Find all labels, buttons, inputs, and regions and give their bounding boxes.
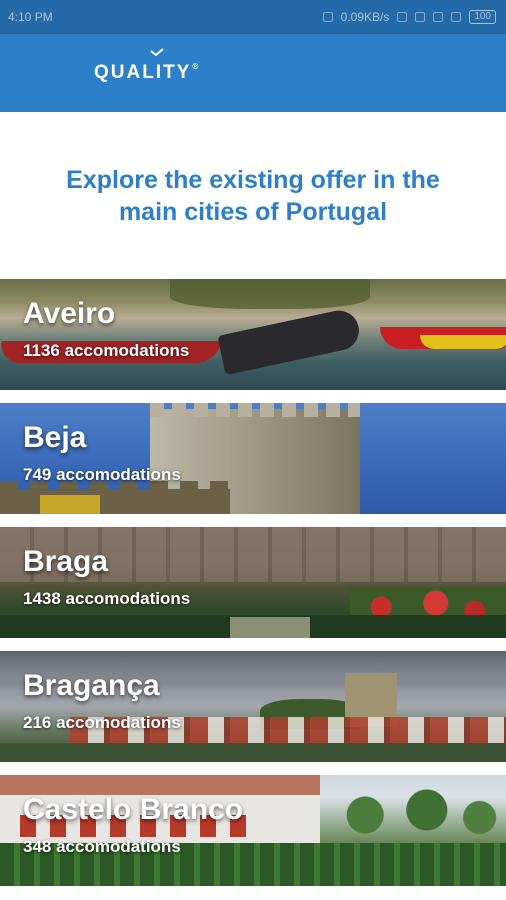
city-accommodation-count: 749 accomodations: [23, 465, 181, 484]
city-name: Castelo Branco: [23, 793, 244, 826]
app-header: QUALITY®: [0, 34, 506, 112]
city-image-aveiro: [0, 279, 506, 390]
intro-headline: Explore the existing offer in the main c…: [66, 165, 440, 226]
city-accommodation-count: 216 accomodations: [23, 713, 181, 732]
city-image-braganca: [0, 651, 506, 762]
battery-icon: 100: [469, 10, 496, 24]
quality-logo: QUALITY®: [94, 48, 201, 84]
status-time: 4:10 PM: [8, 10, 53, 24]
status-bar: 4:10 PM 0.09KB/s 100: [0, 0, 506, 34]
wifi-icon: [451, 12, 462, 22]
network-speed: 0.09KB/s: [340, 10, 390, 24]
city-accommodation-count: 348 accomodations: [23, 837, 181, 856]
intro-section: Explore the existing offer in the main c…: [0, 112, 506, 279]
city-accommodation-count: 1438 accomodations: [23, 589, 191, 608]
signal-icon: [433, 12, 444, 22]
city-accommodation-count: 1136 accomodations: [23, 341, 190, 360]
city-image-braga: [0, 527, 506, 638]
city-list: Aveiro 1136 accomodations Beja 749 accom…: [0, 279, 506, 886]
city-card-braganca[interactable]: Bragança 216 accomodations: [0, 651, 506, 762]
city-card-beja[interactable]: Beja 749 accomodations: [0, 403, 506, 514]
city-card-castelo-branco[interactable]: Castelo Branco 348 accomodations: [0, 775, 506, 886]
city-card-braga[interactable]: Braga 1438 accomodations: [0, 527, 506, 638]
logo-text: QUALITY: [94, 62, 192, 83]
city-image-beja: [0, 403, 506, 514]
city-card-aveiro[interactable]: Aveiro 1136 accomodations: [0, 279, 506, 390]
logo-registered-mark: ®: [192, 62, 201, 71]
city-image-castelo-branco: [0, 775, 506, 886]
sim-icon: [415, 12, 426, 22]
city-name: Aveiro: [23, 297, 116, 330]
city-name: Bragança: [23, 669, 160, 702]
dots-icon: [322, 12, 333, 22]
alarm-icon: [397, 12, 408, 22]
city-name: Braga: [23, 545, 109, 578]
city-name: Beja: [23, 421, 87, 454]
logo-check-icon: [150, 48, 164, 56]
